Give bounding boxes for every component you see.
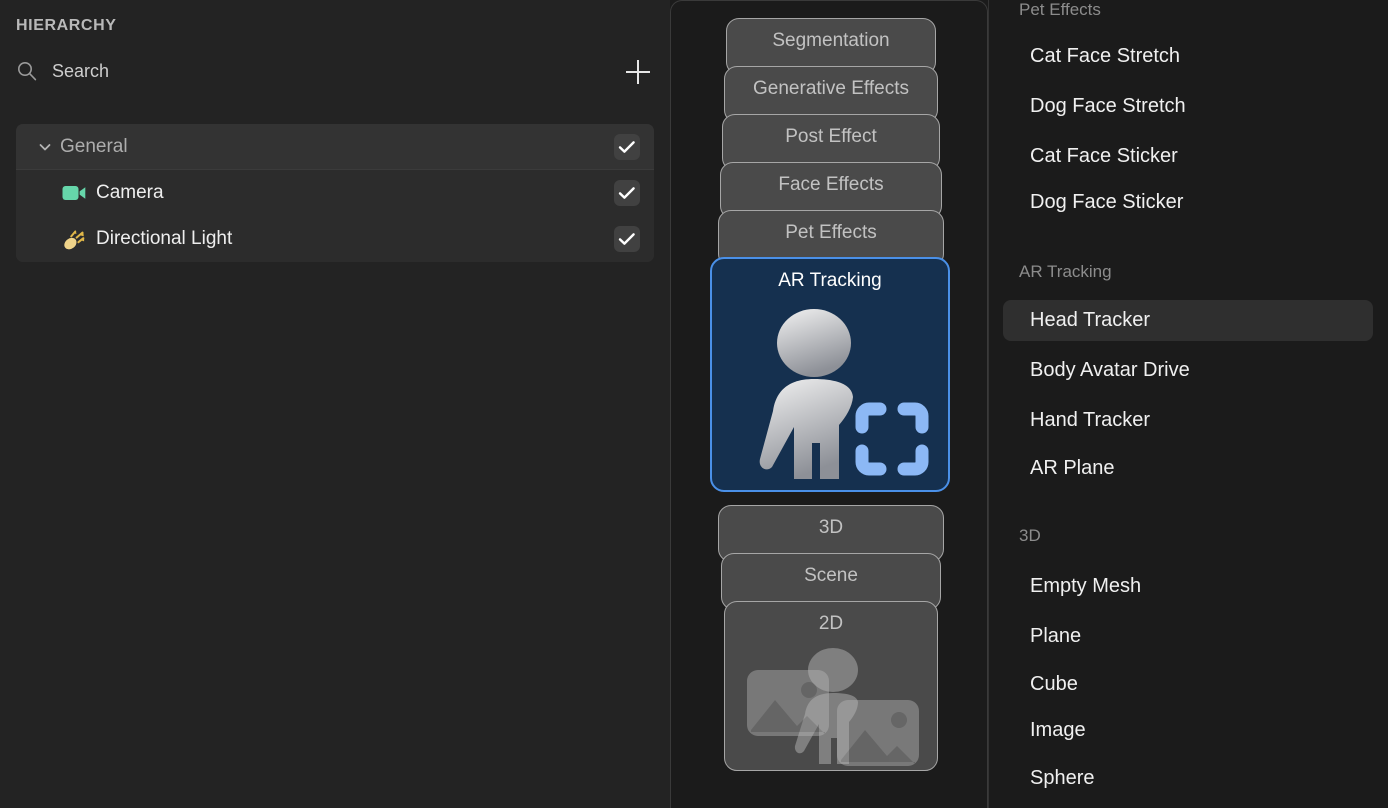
tree-row-label: Directional Light bbox=[96, 228, 233, 249]
list-item-label: Plane bbox=[1030, 625, 1082, 647]
search-icon bbox=[17, 61, 37, 81]
list-item-label: Cat Face Sticker bbox=[1030, 145, 1178, 167]
hierarchy-panel: HIERARCHY General bbox=[0, 0, 670, 808]
tree-row-directional-light[interactable]: Directional Light bbox=[16, 216, 654, 262]
stack-card-label: Segmentation bbox=[772, 30, 890, 51]
list-item-empty-mesh[interactable]: Empty Mesh bbox=[1003, 566, 1373, 607]
chevron-down-icon[interactable] bbox=[38, 140, 52, 154]
stack-card-label: Pet Effects bbox=[785, 222, 877, 243]
stack-card-label: 3D bbox=[818, 517, 844, 538]
list-item-image[interactable]: Image bbox=[1003, 710, 1373, 751]
stack-card-label: Post Effect bbox=[785, 126, 877, 147]
hierarchy-tree: General Camera Directional Light bbox=[16, 124, 654, 262]
list-item-dog-face-sticker[interactable]: Dog Face Sticker bbox=[1003, 182, 1373, 223]
stack-card-2d[interactable]: 2D bbox=[724, 601, 938, 771]
object-list-panel: Pet Effects Cat Face Stretch Dog Face St… bbox=[988, 0, 1388, 808]
tree-row-label: General bbox=[60, 135, 128, 157]
page-title: HIERARCHY bbox=[16, 17, 117, 34]
directional-light-icon bbox=[62, 228, 86, 250]
visibility-checkbox[interactable] bbox=[614, 226, 640, 252]
stack-card-label: Scene bbox=[804, 565, 858, 586]
stack-card-label: Generative Effects bbox=[753, 78, 909, 99]
tree-row-label: Camera bbox=[96, 182, 164, 203]
list-section-header-pet-effects: Pet Effects bbox=[1019, 0, 1101, 19]
list-item-label: AR Plane bbox=[1030, 457, 1115, 479]
visibility-checkbox[interactable] bbox=[614, 133, 640, 160]
list-item-ar-plane[interactable]: AR Plane bbox=[1003, 448, 1373, 489]
list-item-cat-face-sticker[interactable]: Cat Face Sticker bbox=[1003, 136, 1373, 177]
category-stack-panel: Segmentation Generative Effects Post Eff… bbox=[670, 0, 988, 808]
visibility-checkbox[interactable] bbox=[614, 180, 640, 206]
stack-card-label: Face Effects bbox=[778, 174, 884, 195]
list-item-head-tracker[interactable]: Head Tracker bbox=[1003, 300, 1373, 341]
list-item-hand-tracker[interactable]: Hand Tracker bbox=[1003, 400, 1373, 441]
list-item-label: Dog Face Sticker bbox=[1030, 191, 1184, 213]
images-person-icon bbox=[743, 644, 923, 770]
list-item-plane[interactable]: Plane bbox=[1003, 616, 1373, 657]
tree-row-general[interactable]: General bbox=[16, 124, 654, 170]
list-item-label: Sphere bbox=[1030, 767, 1095, 789]
list-item-body-avatar-drive[interactable]: Body Avatar Drive bbox=[1003, 350, 1373, 391]
list-item-label: Cat Face Stretch bbox=[1030, 45, 1181, 67]
list-item-cube[interactable]: Cube bbox=[1003, 664, 1373, 705]
list-item-label: Cube bbox=[1030, 673, 1078, 695]
stack-card-label: AR Tracking bbox=[778, 270, 882, 291]
list-item-sphere[interactable]: Sphere bbox=[1003, 758, 1373, 799]
camera-icon bbox=[62, 182, 86, 204]
list-section-header-3d: 3D bbox=[1019, 526, 1041, 545]
stack-card-label: 2D bbox=[818, 613, 844, 634]
search-input[interactable] bbox=[52, 50, 612, 92]
app-root: HIERARCHY General bbox=[0, 0, 1388, 808]
list-item-label: Image bbox=[1030, 719, 1086, 741]
list-item-label: Empty Mesh bbox=[1030, 575, 1142, 597]
list-item-label: Dog Face Stretch bbox=[1030, 95, 1186, 117]
tree-row-camera[interactable]: Camera bbox=[16, 170, 654, 216]
list-item-label: Body Avatar Drive bbox=[1030, 359, 1190, 381]
list-item-dog-face-stretch[interactable]: Dog Face Stretch bbox=[1003, 86, 1373, 127]
tracking-bracket-icon bbox=[854, 401, 930, 483]
add-object-button[interactable] bbox=[624, 58, 652, 86]
list-item-label: Head Tracker bbox=[1030, 309, 1151, 331]
list-section-header-ar-tracking: AR Tracking bbox=[1019, 262, 1112, 281]
list-item-cat-face-stretch[interactable]: Cat Face Stretch bbox=[1003, 36, 1373, 77]
stack-card-ar-tracking[interactable]: AR Tracking bbox=[710, 257, 950, 492]
list-item-label: Hand Tracker bbox=[1030, 409, 1151, 431]
search-row bbox=[0, 50, 670, 92]
